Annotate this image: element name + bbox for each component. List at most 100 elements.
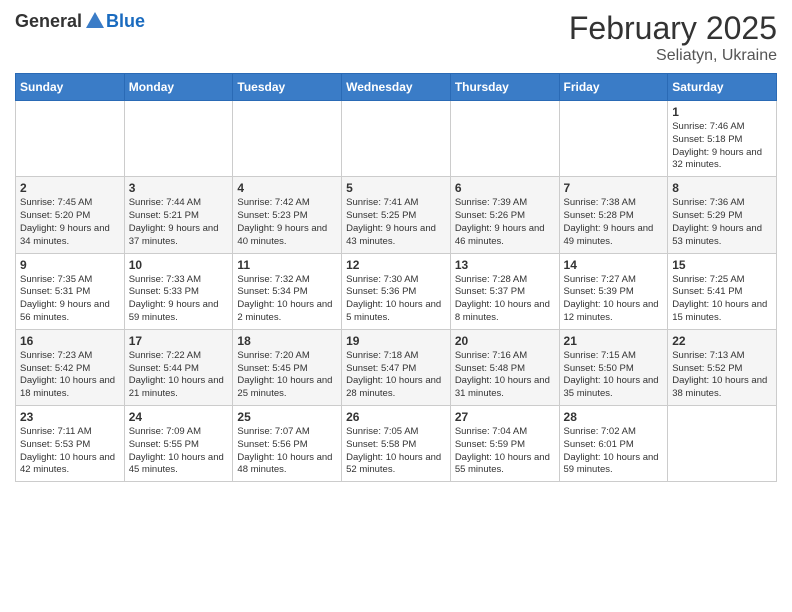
day-info: Sunrise: 7:41 AM Sunset: 5:25 PM Dayligh… [346,197,446,248]
day-number: 4 [237,181,337,195]
day-info: Sunrise: 7:42 AM Sunset: 5:23 PM Dayligh… [237,197,337,248]
calendar-day-cell: 10Sunrise: 7:33 AM Sunset: 5:33 PM Dayli… [124,253,233,329]
day-info: Sunrise: 7:36 AM Sunset: 5:29 PM Dayligh… [672,197,772,248]
day-of-week-header: Saturday [668,74,777,101]
day-info: Sunrise: 7:39 AM Sunset: 5:26 PM Dayligh… [455,197,555,248]
day-number: 11 [237,258,337,272]
calendar-day-cell [124,101,233,177]
day-number: 27 [455,410,555,424]
calendar-day-cell: 28Sunrise: 7:02 AM Sunset: 6:01 PM Dayli… [559,406,668,482]
day-number: 20 [455,334,555,348]
day-number: 17 [129,334,229,348]
day-of-week-header: Friday [559,74,668,101]
calendar-table: SundayMondayTuesdayWednesdayThursdayFrid… [15,73,777,482]
calendar-day-cell: 12Sunrise: 7:30 AM Sunset: 5:36 PM Dayli… [342,253,451,329]
calendar-day-cell: 3Sunrise: 7:44 AM Sunset: 5:21 PM Daylig… [124,177,233,253]
day-info: Sunrise: 7:22 AM Sunset: 5:44 PM Dayligh… [129,350,229,401]
logo-blue: Blue [106,11,145,32]
day-number: 7 [564,181,664,195]
day-info: Sunrise: 7:20 AM Sunset: 5:45 PM Dayligh… [237,350,337,401]
day-info: Sunrise: 7:07 AM Sunset: 5:56 PM Dayligh… [237,426,337,477]
calendar-day-cell: 26 Sunrise: 7:05 AM Sunset: 5:58 PM Dayli… [342,406,451,482]
day-number: 23 [20,410,120,424]
calendar-day-cell: 7 Sunrise: 7:38 AM Sunset: 5:28 PM Daylig… [559,177,668,253]
day-number: 18 [237,334,337,348]
calendar-week-row: 1Sunrise: 7:46 AM Sunset: 5:18 PM Daylig… [16,101,777,177]
day-number: 15 [672,258,772,272]
calendar-day-cell [342,101,451,177]
day-number: 24 [129,410,229,424]
day-info: Sunrise: 7:27 AM Sunset: 5:39 PM Dayligh… [564,274,664,325]
day-info: Sunrise: 7:11 AM Sunset: 5:53 PM Dayligh… [20,426,120,477]
day-number: 26 [346,410,446,424]
logo-icon [84,10,106,32]
day-number: 9 [20,258,120,272]
day-number: 2 [20,181,120,195]
day-of-week-header: Thursday [450,74,559,101]
calendar-day-cell: 14 Sunrise: 7:27 AM Sunset: 5:39 PM Dayli… [559,253,668,329]
day-info: Sunrise: 7:13 AM Sunset: 5:52 PM Dayligh… [672,350,772,401]
day-info: Sunrise: 7:28 AM Sunset: 5:37 PM Dayligh… [455,274,555,325]
page-title: February 2025 [569,10,777,47]
day-number: 22 [672,334,772,348]
day-number: 25 [237,410,337,424]
title-block: February 2025 Seliatyn, Ukraine [569,10,777,65]
day-info: Sunrise: 7:02 AM Sunset: 6:01 PM Dayligh… [564,426,664,477]
calendar-day-cell: 9 Sunrise: 7:35 AM Sunset: 5:31 PM Daylig… [16,253,125,329]
day-info: Sunrise: 7:23 AM Sunset: 5:42 PM Dayligh… [20,350,120,401]
day-info: Sunrise: 7:35 AM Sunset: 5:31 PM Dayligh… [20,274,120,325]
calendar-day-cell: 24 Sunrise: 7:09 AM Sunset: 5:55 PM Dayli… [124,406,233,482]
day-number: 21 [564,334,664,348]
calendar-day-cell [233,101,342,177]
calendar-day-cell: 13 Sunrise: 7:28 AM Sunset: 5:37 PM Dayli… [450,253,559,329]
calendar-day-cell: 27 Sunrise: 7:04 AM Sunset: 5:59 PM Dayli… [450,406,559,482]
calendar-day-cell: 18 Sunrise: 7:20 AM Sunset: 5:45 PM Dayli… [233,329,342,405]
calendar-day-cell: 22 Sunrise: 7:13 AM Sunset: 5:52 PM Dayli… [668,329,777,405]
calendar-day-cell: 16 Sunrise: 7:23 AM Sunset: 5:42 PM Dayli… [16,329,125,405]
logo-general: General [15,11,82,32]
calendar-day-cell: 1Sunrise: 7:46 AM Sunset: 5:18 PM Daylig… [668,101,777,177]
day-info: Sunrise: 7:46 AM Sunset: 5:18 PM Dayligh… [672,121,772,172]
day-of-week-header: Wednesday [342,74,451,101]
day-number: 16 [20,334,120,348]
calendar-day-cell: 23 Sunrise: 7:11 AM Sunset: 5:53 PM Dayli… [16,406,125,482]
day-number: 19 [346,334,446,348]
calendar-day-cell [668,406,777,482]
logo: General Blue [15,10,145,32]
calendar-day-cell: 19 Sunrise: 7:18 AM Sunset: 5:47 PM Dayli… [342,329,451,405]
calendar-day-cell: 15Sunrise: 7:25 AM Sunset: 5:41 PM Dayli… [668,253,777,329]
day-number: 5 [346,181,446,195]
day-number: 14 [564,258,664,272]
calendar-header-row: SundayMondayTuesdayWednesdayThursdayFrid… [16,74,777,101]
calendar-day-cell: 6 Sunrise: 7:39 AM Sunset: 5:26 PM Daylig… [450,177,559,253]
calendar-day-cell: 4 Sunrise: 7:42 AM Sunset: 5:23 PM Daylig… [233,177,342,253]
day-info: Sunrise: 7:44 AM Sunset: 5:21 PM Dayligh… [129,197,229,248]
calendar-day-cell: 11 Sunrise: 7:32 AM Sunset: 5:34 PM Dayli… [233,253,342,329]
day-info: Sunrise: 7:16 AM Sunset: 5:48 PM Dayligh… [455,350,555,401]
calendar-week-row: 16 Sunrise: 7:23 AM Sunset: 5:42 PM Dayli… [16,329,777,405]
day-info: Sunrise: 7:04 AM Sunset: 5:59 PM Dayligh… [455,426,555,477]
calendar-day-cell: 8 Sunrise: 7:36 AM Sunset: 5:29 PM Daylig… [668,177,777,253]
day-info: Sunrise: 7:30 AM Sunset: 5:36 PM Dayligh… [346,274,446,325]
calendar-day-cell: 17 Sunrise: 7:22 AM Sunset: 5:44 PM Dayli… [124,329,233,405]
calendar-day-cell: 2 Sunrise: 7:45 AM Sunset: 5:20 PM Daylig… [16,177,125,253]
calendar-week-row: 9 Sunrise: 7:35 AM Sunset: 5:31 PM Daylig… [16,253,777,329]
day-of-week-header: Monday [124,74,233,101]
day-info: Sunrise: 7:18 AM Sunset: 5:47 PM Dayligh… [346,350,446,401]
page-header: General Blue February 2025 Seliatyn, Ukr… [15,10,777,65]
calendar-week-row: 2 Sunrise: 7:45 AM Sunset: 5:20 PM Daylig… [16,177,777,253]
logo-image: General [15,10,106,32]
day-info: Sunrise: 7:45 AM Sunset: 5:20 PM Dayligh… [20,197,120,248]
day-info: Sunrise: 7:05 AM Sunset: 5:58 PM Dayligh… [346,426,446,477]
calendar-day-cell: 25 Sunrise: 7:07 AM Sunset: 5:56 PM Dayli… [233,406,342,482]
calendar-day-cell [559,101,668,177]
calendar-day-cell [450,101,559,177]
day-info: Sunrise: 7:32 AM Sunset: 5:34 PM Dayligh… [237,274,337,325]
day-number: 10 [129,258,229,272]
day-number: 13 [455,258,555,272]
calendar-day-cell: 21Sunrise: 7:15 AM Sunset: 5:50 PM Dayli… [559,329,668,405]
day-number: 8 [672,181,772,195]
day-info: Sunrise: 7:38 AM Sunset: 5:28 PM Dayligh… [564,197,664,248]
day-number: 6 [455,181,555,195]
day-info: Sunrise: 7:09 AM Sunset: 5:55 PM Dayligh… [129,426,229,477]
